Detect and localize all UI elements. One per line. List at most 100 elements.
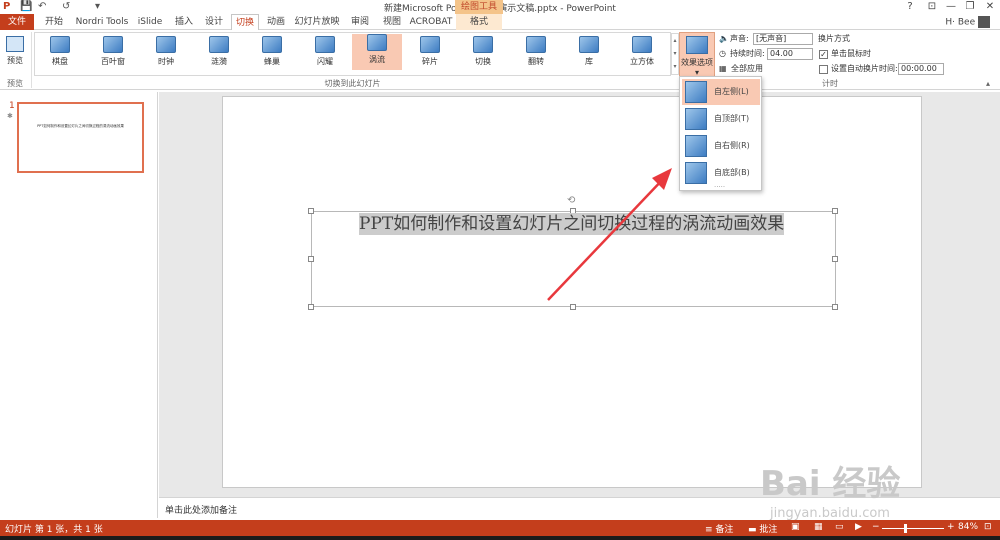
duration-input[interactable]: 04.00: [767, 48, 813, 60]
tab-islide[interactable]: iSlide: [135, 14, 165, 30]
tab-design[interactable]: 设计: [200, 14, 228, 30]
user-name[interactable]: H· Bee: [945, 16, 990, 28]
contextual-group-drawing-tools: 绘图工具: [455, 0, 503, 14]
transition-honeycomb[interactable]: 蜂巢: [252, 36, 292, 70]
after-label: 设置自动换片时间:: [831, 64, 898, 73]
menu-item-from-right[interactable]: 自右侧(R): [682, 133, 760, 159]
transition-vortex[interactable]: 涡流: [352, 34, 402, 70]
notes-placeholder: 单击此处添加备注: [165, 506, 238, 516]
baidu-watermark: Bai 经验 jingyan.baidu.com: [760, 456, 950, 526]
resize-handle[interactable]: [308, 208, 314, 214]
reading-view-icon[interactable]: ▭: [835, 522, 844, 532]
preview-icon: [6, 36, 24, 52]
transition-ripple[interactable]: 涟漪: [199, 36, 239, 70]
transition-flip[interactable]: 翻转: [516, 36, 556, 70]
effect-options-button[interactable]: 效果选项 ▾: [679, 32, 715, 78]
slide-thumbnail[interactable]: PPT如何制作和设置幻灯片之间切换过程的涡流动画效果: [17, 102, 144, 173]
menu-item-from-top[interactable]: 自顶部(T): [682, 106, 760, 132]
preview-button[interactable]: 预览: [4, 36, 26, 66]
resize-handle[interactable]: [832, 208, 838, 214]
resize-handle[interactable]: [832, 256, 838, 262]
ribbon-display-options-icon[interactable]: ⊡: [925, 0, 939, 14]
apply-all-button[interactable]: 全部应用: [731, 63, 763, 75]
transition-glitter[interactable]: 闪耀: [305, 36, 345, 70]
tab-nordri-tools[interactable]: Nordri Tools: [73, 14, 131, 30]
fit-slide-icon[interactable]: ⊡: [984, 522, 992, 532]
tab-animations[interactable]: 动画: [262, 14, 290, 30]
on-click-label: 单击鼠标时: [831, 49, 871, 58]
zoom-thumb[interactable]: [904, 524, 907, 533]
flip-icon: [526, 36, 546, 53]
apply-all-icon: ▦: [719, 64, 727, 73]
transition-clock[interactable]: 时钟: [146, 36, 186, 70]
slideshow-icon[interactable]: ▶: [855, 522, 862, 532]
effect-options-menu: 自左侧(L) 自顶部(T) 自右侧(R) 自底部(B) .....: [679, 76, 762, 191]
group-label-preview: 预览: [7, 79, 23, 88]
menu-resize-grip[interactable]: .....: [714, 181, 725, 189]
resize-handle[interactable]: [832, 304, 838, 310]
minimize-button[interactable]: —: [944, 0, 958, 14]
tab-slideshow[interactable]: 幻灯片放映: [294, 14, 340, 30]
tab-acrobat[interactable]: ACROBAT: [409, 14, 453, 30]
tab-file[interactable]: 文件: [0, 14, 34, 30]
gallery-scroll[interactable]: ▴ ▾ ▾: [671, 33, 679, 75]
resize-handle[interactable]: [308, 256, 314, 262]
ribbon-tabs: 文件 开始 Nordri Tools iSlide 插入 设计 切换 动画 幻灯…: [0, 14, 1000, 31]
transition-cube[interactable]: 立方体: [622, 36, 662, 70]
honeycomb-icon: [262, 36, 282, 53]
notes-button[interactable]: ≡ 备注: [705, 522, 733, 535]
menu-item-from-left[interactable]: 自左侧(L): [682, 79, 760, 105]
tab-view[interactable]: 视图: [378, 14, 406, 30]
ripple-icon: [209, 36, 229, 53]
divider: [31, 32, 32, 88]
zoom-slider[interactable]: [882, 528, 944, 529]
transition-star-icon: ✱: [7, 112, 13, 120]
os-taskbar: [0, 536, 1000, 540]
sound-icon: 🔈: [719, 34, 729, 43]
watermark-url: jingyan.baidu.com: [770, 506, 890, 521]
switch-icon: [473, 36, 493, 53]
normal-view-icon[interactable]: ▣: [791, 522, 800, 532]
close-button[interactable]: ✕: [983, 0, 997, 14]
transition-checkerboard[interactable]: 棋盘: [40, 36, 80, 70]
on-click-checkbox[interactable]: ✓: [819, 50, 828, 59]
after-checkbox[interactable]: [819, 65, 828, 74]
comments-button[interactable]: ▬ 批注: [748, 522, 777, 535]
sound-select[interactable]: [无声音]: [753, 33, 813, 45]
zoom-out-button[interactable]: −: [872, 522, 880, 532]
restore-button[interactable]: ❐: [963, 0, 977, 14]
checkerboard-icon: [50, 36, 70, 53]
glitter-icon: [315, 36, 335, 53]
from-bottom-icon: [685, 162, 707, 184]
tab-insert[interactable]: 插入: [170, 14, 198, 30]
annotation-arrow-icon: [547, 168, 672, 301]
title-bar: P 💾 ↶ ↺ ▾ 新建Microsoft PowerPoint 演示文稿.pp…: [0, 0, 1000, 14]
collapse-ribbon-icon[interactable]: ▴: [986, 78, 990, 90]
help-button[interactable]: ?: [903, 0, 917, 14]
duration-label: 持续时间:: [730, 49, 765, 58]
transition-shred[interactable]: 碎片: [410, 36, 450, 70]
sound-label: 声音:: [730, 34, 749, 43]
avatar[interactable]: [978, 16, 990, 28]
advance-label: 换片方式: [818, 34, 850, 43]
status-bar: 幻灯片 第 1 张，共 1 张 ≡ 备注 ▬ 批注 ▣ ▦ ▭ ▶ − + 84…: [0, 520, 1000, 536]
zoom-level[interactable]: 84%: [958, 522, 978, 532]
from-left-icon: [685, 81, 707, 103]
vortex-icon: [367, 34, 387, 51]
tab-format[interactable]: 格式: [456, 14, 502, 30]
gallery-icon: [579, 36, 599, 53]
after-time-input[interactable]: 00:00.00: [898, 63, 944, 75]
slide-count: 幻灯片 第 1 张，共 1 张: [5, 525, 103, 535]
transition-gallery-item[interactable]: 库: [569, 36, 609, 70]
slide-number: 1: [9, 101, 15, 111]
zoom-in-button[interactable]: +: [947, 522, 955, 532]
tab-review[interactable]: 审阅: [346, 14, 374, 30]
tab-home[interactable]: 开始: [40, 14, 68, 30]
transition-blinds[interactable]: 百叶窗: [93, 36, 133, 70]
resize-handle[interactable]: [308, 304, 314, 310]
blinds-icon: [103, 36, 123, 53]
shred-icon: [420, 36, 440, 53]
slide-sorter-icon[interactable]: ▦: [814, 522, 823, 532]
transition-switch[interactable]: 切换: [463, 36, 503, 70]
tab-transitions[interactable]: 切换: [231, 14, 259, 31]
